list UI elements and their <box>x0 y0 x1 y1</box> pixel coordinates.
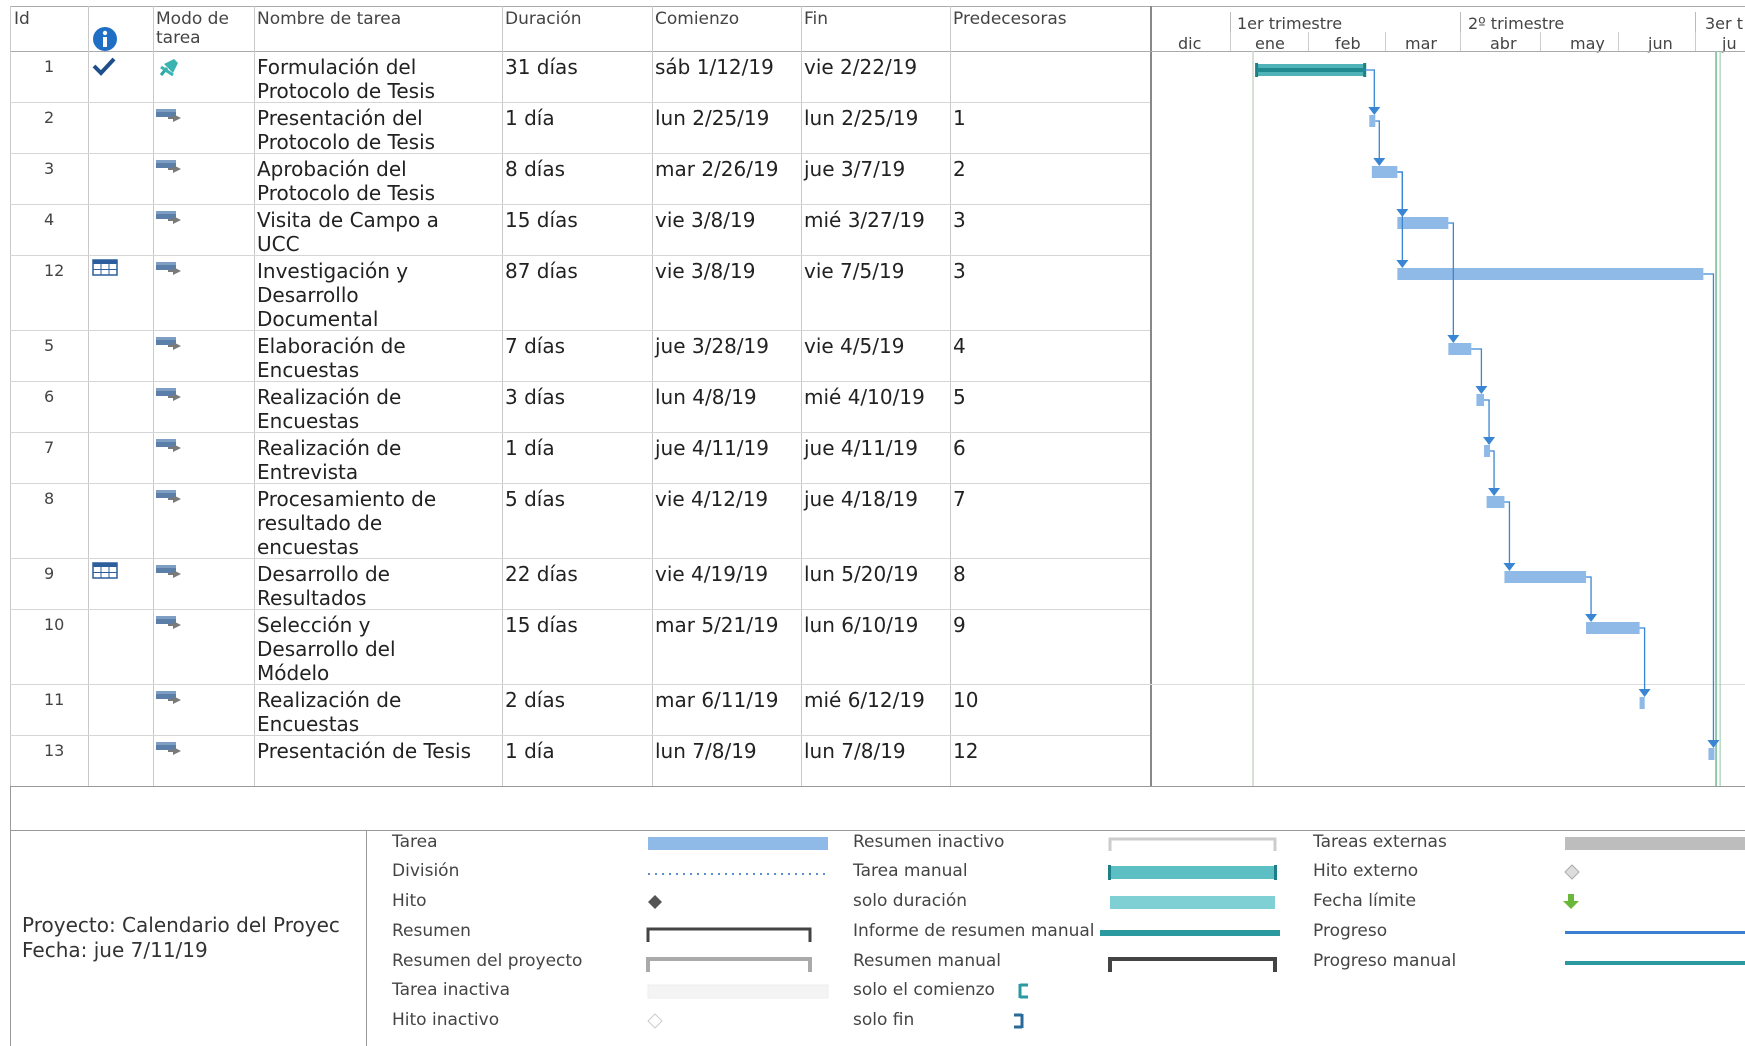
legend-symbols <box>646 837 1745 1029</box>
legend-label-manual-summary-rollup: Informe de resumen manual <box>853 921 1095 941</box>
legend-symbol-manual-summary-rollup <box>1100 930 1280 936</box>
legend-label-summary: Resumen <box>392 921 471 941</box>
legend-symbol-manual-progress <box>1565 961 1745 965</box>
legend-symbol-deadline <box>1563 894 1579 909</box>
legend-symbol-inactive-milestone <box>647 1013 663 1029</box>
legend-label-deadline: Fecha límite <box>1313 891 1417 911</box>
legend-symbol-manual-summary <box>1108 957 1277 972</box>
legend-label-progress: Progreso <box>1313 921 1388 941</box>
legend-symbol-start-only <box>1018 983 1028 999</box>
legend-label-inactive-summary: Resumen inactivo <box>853 832 1005 852</box>
legend-label-finish-only: solo fin <box>853 1010 915 1030</box>
gantt-view: Id Modo de tarea Nombre de tarea Duración Co… <box>0 0 1745 1046</box>
legend-label-duration-only: solo duración <box>853 891 968 911</box>
legend-label-milestone: Hito <box>392 891 427 911</box>
legend-symbol-finish-only <box>1014 1013 1024 1029</box>
legend-label-split: División <box>392 861 460 881</box>
legend-label-manual-summary: Resumen manual <box>853 951 1002 971</box>
legend-symbol-duration-only <box>1110 896 1275 909</box>
legend-label-manual-progress: Progreso manual <box>1313 951 1457 971</box>
legend-symbol-manual-task <box>1108 865 1277 880</box>
legend-symbol-inactive-summary <box>1108 837 1277 851</box>
legend-symbol-milestone <box>648 895 662 909</box>
legend-symbol-summary <box>646 927 812 942</box>
legend-symbol-external-tasks <box>1565 837 1745 850</box>
legend-label-inactive-task: Tarea inactiva <box>392 980 511 1000</box>
legend-label-inactive-milestone: Hito inactivo <box>392 1010 500 1030</box>
legend-label-external-tasks: Tareas externas <box>1313 832 1447 852</box>
legend-symbol-task <box>648 837 828 850</box>
legend-symbol-progress <box>1565 931 1745 934</box>
legend-symbol-external-milestone <box>1564 864 1580 880</box>
legend-symbol-inactive-task <box>647 984 829 999</box>
legend-label-external-milestone: Hito externo <box>1313 861 1419 881</box>
legend-label-task: Tarea <box>392 832 438 852</box>
legend-label-project-summary: Resumen del proyecto <box>392 951 583 971</box>
legend-symbol-project-summary <box>646 957 812 972</box>
legend-label-start-only: solo el comienzo <box>853 980 995 1000</box>
legend-label-manual-task: Tarea manual <box>853 861 968 881</box>
